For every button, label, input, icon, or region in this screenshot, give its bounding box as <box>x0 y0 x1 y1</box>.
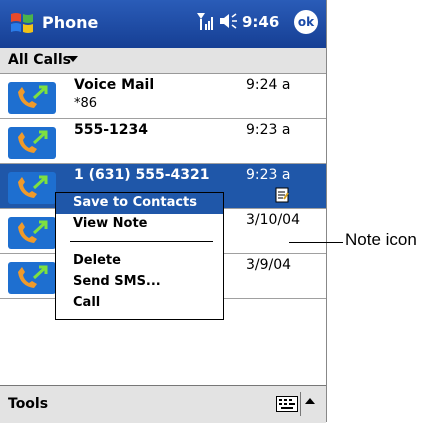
caller-name: 555-1234 <box>74 122 148 138</box>
call-time: 9:23 a <box>246 122 291 138</box>
menu-separator <box>70 241 213 242</box>
menu-item-call[interactable]: Call <box>56 293 223 314</box>
title-bar: Phone 9:46 ok <box>0 0 326 48</box>
phone-call-icon <box>8 127 56 159</box>
call-time: 3/9/04 <box>246 257 292 273</box>
menu-item-send-sms[interactable]: Send SMS... <box>56 272 223 293</box>
menu-item-label: Call <box>73 295 101 310</box>
tools-menu[interactable]: Tools <box>8 396 48 412</box>
menu-item-label: View Note <box>73 216 148 231</box>
context-menu: Save to Contacts View Note Delete Send S… <box>55 192 224 320</box>
start-menu-flag-icon[interactable] <box>8 10 36 36</box>
callout-label: Note icon <box>345 230 417 249</box>
call-filter-dropdown[interactable]: All Calls <box>8 52 71 68</box>
call-time: 3/10/04 <box>246 212 300 228</box>
note-icon[interactable] <box>275 187 289 203</box>
command-bar: Tools <box>0 385 326 423</box>
clock[interactable]: 9:46 <box>242 13 279 31</box>
keyboard-icon[interactable] <box>276 396 298 412</box>
phone-call-icon <box>8 82 56 114</box>
caller-name: 1 (631) 555-4321 <box>74 167 210 183</box>
filter-bar: All Calls <box>0 48 326 74</box>
callout-line <box>289 242 343 243</box>
sip-divider <box>300 392 301 416</box>
ok-button[interactable]: ok <box>294 10 318 34</box>
call-list-item[interactable]: 555-1234 9:23 a <box>0 119 326 164</box>
caller-name: Voice Mail <box>74 77 155 93</box>
phone-call-icon <box>8 217 56 249</box>
signal-strength-icon[interactable] <box>196 11 214 31</box>
menu-item-view-note[interactable]: View Note <box>56 214 223 235</box>
phone-call-icon <box>8 262 56 294</box>
chevron-up-icon[interactable] <box>305 398 315 404</box>
menu-item-label: Send SMS... <box>73 274 161 289</box>
menu-item-label: Delete <box>73 253 121 268</box>
menu-item-label: Save to Contacts <box>73 195 197 210</box>
menu-item-delete[interactable]: Delete <box>56 251 223 272</box>
chevron-down-icon[interactable] <box>68 56 78 62</box>
pocket-pc-screen: Phone 9:46 ok All Calls Voice Mail *86 9… <box>0 0 327 423</box>
app-title: Phone <box>42 13 99 32</box>
speaker-volume-icon[interactable] <box>218 12 238 30</box>
menu-item-save-to-contacts[interactable]: Save to Contacts <box>56 193 223 214</box>
call-time: 9:23 a <box>246 167 291 183</box>
call-list-item[interactable]: Voice Mail *86 9:24 a <box>0 74 326 119</box>
caller-number: *86 <box>74 96 98 111</box>
phone-call-icon <box>8 172 56 204</box>
call-time: 9:24 a <box>246 77 291 93</box>
